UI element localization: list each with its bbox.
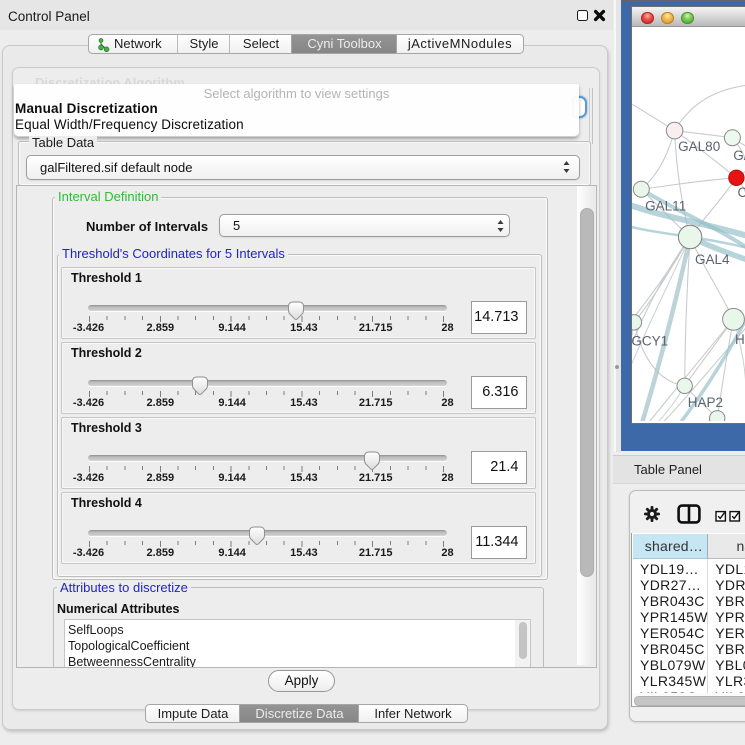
svg-text:GAL11: GAL11 <box>645 198 686 213</box>
svg-text:HAP2: HAP2 <box>688 395 723 410</box>
svg-text:C: C <box>738 185 745 200</box>
svg-text:GCY1: GCY1 <box>632 333 668 348</box>
svg-text:GA: GA <box>733 148 745 163</box>
svg-text:GAL4: GAL4 <box>695 252 730 267</box>
svg-text:HI: HI <box>735 332 745 347</box>
svg-text:GAL80: GAL80 <box>678 139 720 154</box>
